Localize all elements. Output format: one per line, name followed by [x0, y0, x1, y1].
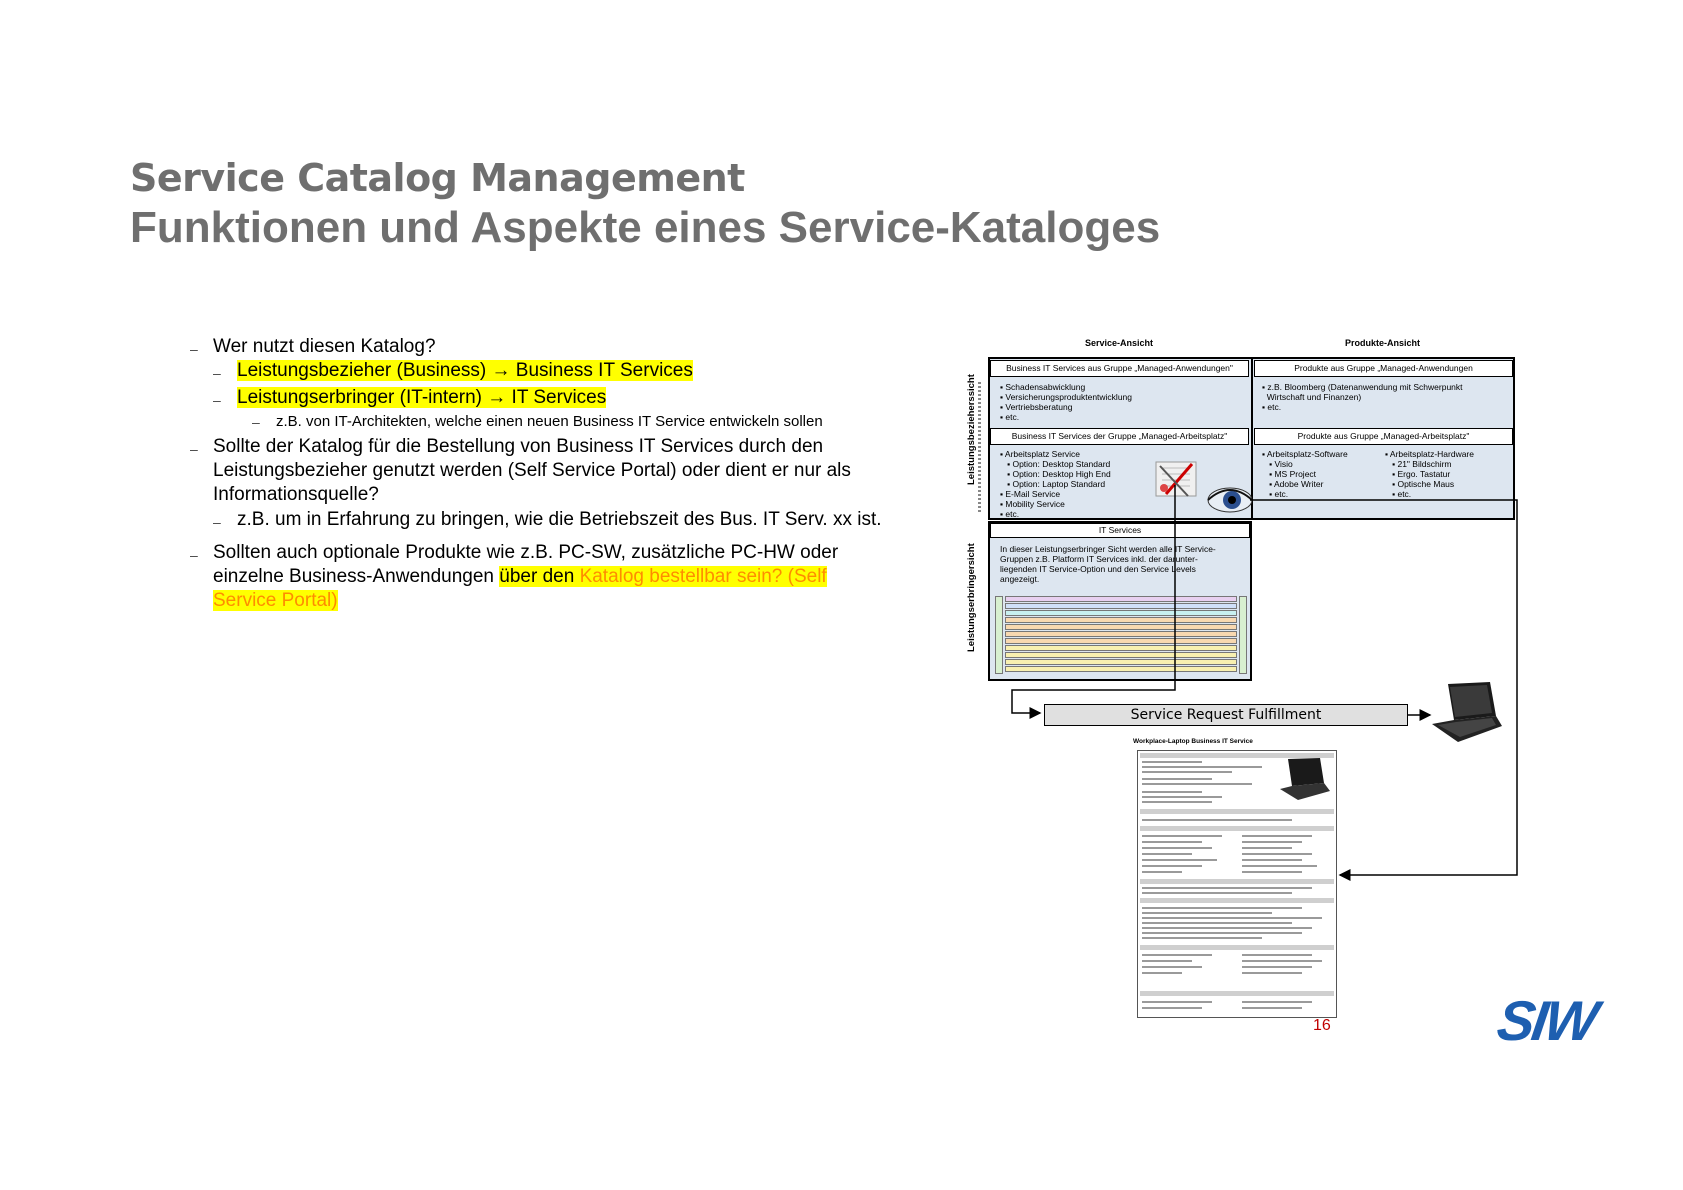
- flow-arrows: [1011, 485, 1518, 881]
- laptop-icon: [1432, 682, 1502, 742]
- doc-laptop-icon: [1280, 758, 1330, 800]
- page-number: 16: [1313, 1017, 1331, 1034]
- service-request-fulfillment-box: Service Request Fulfillment: [1044, 704, 1408, 726]
- doc-title: Workplace-Laptop Business IT Service: [1133, 738, 1253, 745]
- service-document-thumbnail: [1137, 750, 1337, 1018]
- siw-logo: SIW: [1493, 989, 1600, 1052]
